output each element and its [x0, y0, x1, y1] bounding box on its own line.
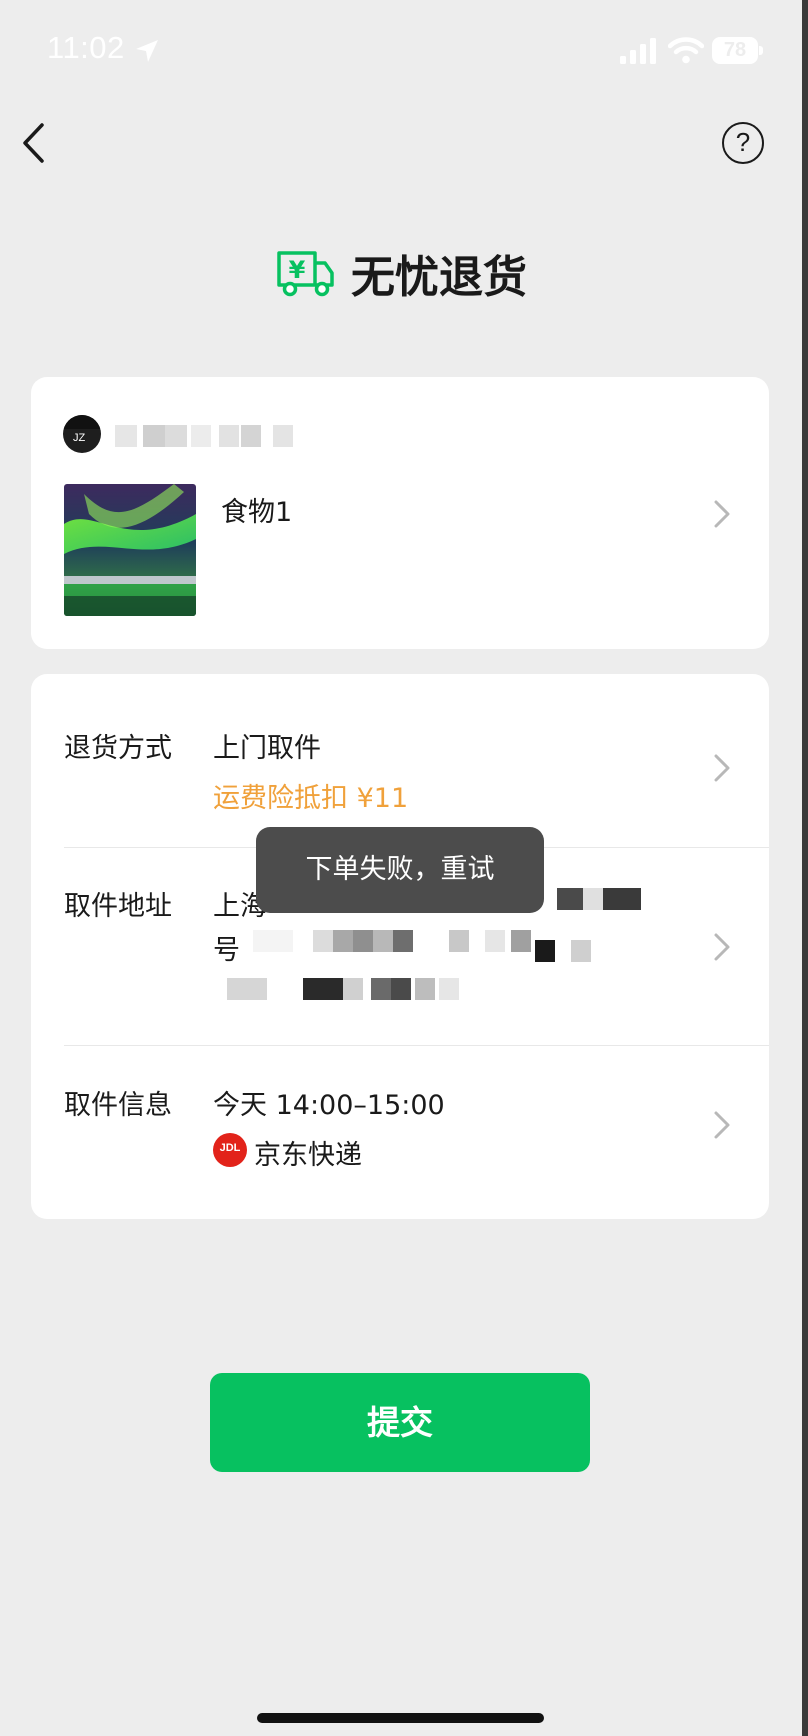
signal-icon	[620, 38, 656, 64]
divider	[64, 1045, 769, 1046]
product-card[interactable]: JZ 食物1	[31, 377, 769, 649]
product-name: 食物1	[221, 497, 293, 528]
screen-edge	[802, 0, 808, 1736]
return-truck-icon: ¥	[277, 251, 334, 297]
page-title-row: ¥ 无忧退货	[0, 240, 802, 306]
error-toast: 下单失败，重试	[256, 827, 544, 913]
return-method-value: 上门取件	[213, 733, 321, 764]
submit-button[interactable]: 提交	[210, 1373, 590, 1472]
pickup-info-label: 取件信息	[64, 1090, 172, 1121]
courier-logo: JDL	[213, 1133, 247, 1167]
svg-text:¥: ¥	[289, 256, 306, 284]
pickup-time: 今天 14:00–15:00	[213, 1090, 445, 1121]
courier-name: 京东快递	[254, 1140, 362, 1171]
contact-redacted	[203, 974, 503, 1010]
shop-avatar: JZ	[63, 415, 101, 453]
status-bar: 11:02 78	[0, 0, 802, 100]
help-button[interactable]: ?	[722, 122, 764, 164]
wifi-icon	[668, 37, 704, 64]
shop-name-redacted	[107, 425, 337, 449]
location-arrow-icon	[136, 40, 158, 62]
return-details-card: 退货方式 上门取件 运费险抵扣 ¥11 取件地址 上海 号 取件信息 今天 14…	[31, 674, 769, 1219]
battery-level: 78	[712, 37, 758, 64]
battery-icon: 78	[712, 37, 764, 64]
back-arrow-icon[interactable]	[14, 118, 54, 168]
chevron-right-icon	[714, 754, 730, 782]
home-indicator[interactable]	[257, 1713, 544, 1723]
question-mark-icon: ?	[735, 127, 751, 157]
status-time: 11:02	[47, 30, 125, 65]
chevron-right-icon	[714, 500, 730, 528]
chevron-right-icon	[714, 1111, 730, 1139]
shipping-insurance-note: 运费险抵扣 ¥11	[213, 783, 409, 814]
pickup-address-line2: 号	[213, 935, 240, 966]
product-image[interactable]	[64, 484, 196, 616]
page-title: 无忧退货	[351, 252, 527, 303]
shop-row: JZ	[63, 415, 463, 453]
return-method-label: 退货方式	[64, 733, 172, 764]
address-redacted-line2	[249, 924, 669, 962]
chevron-right-icon	[714, 933, 730, 961]
pickup-address-label: 取件地址	[64, 891, 172, 922]
